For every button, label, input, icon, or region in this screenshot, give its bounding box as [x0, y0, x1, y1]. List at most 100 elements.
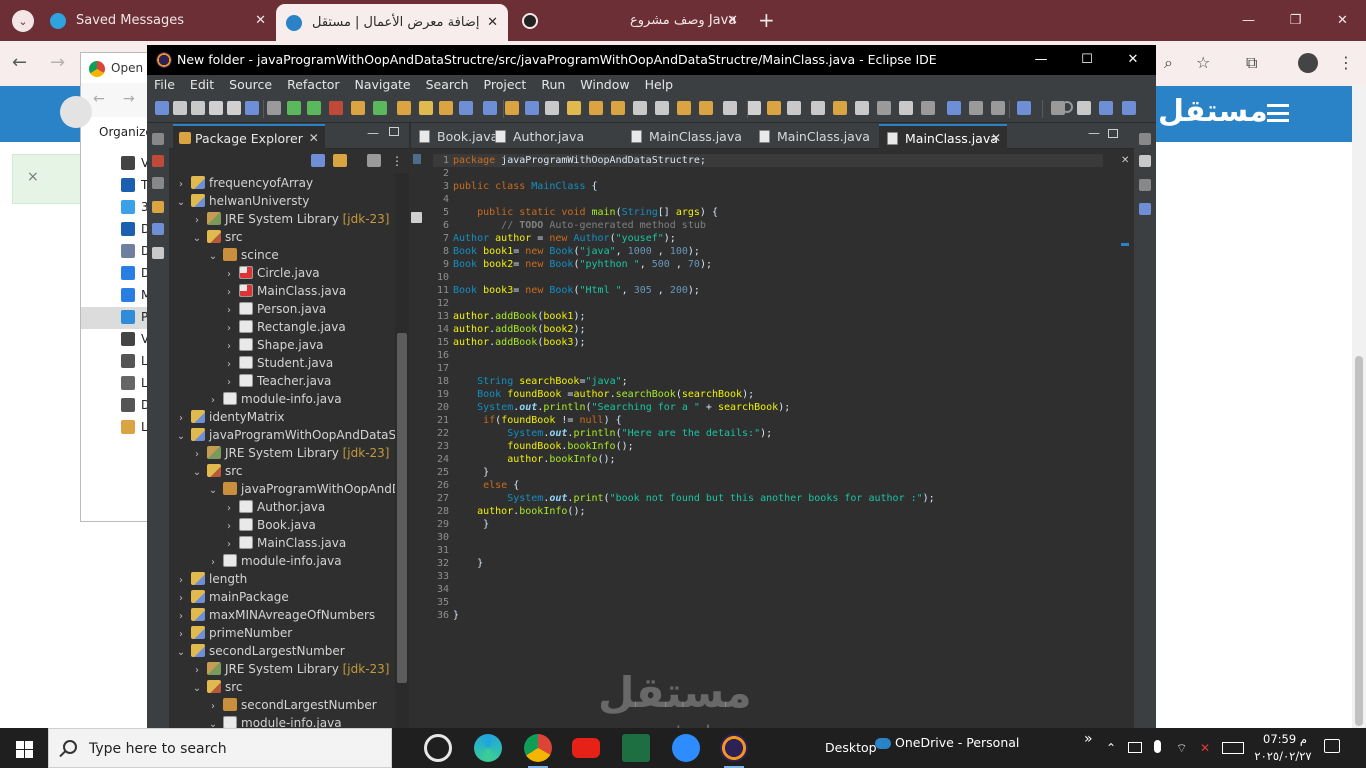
alert-close-icon[interactable]: × [27, 169, 39, 185]
task-marker-icon[interactable] [411, 212, 422, 223]
code-line[interactable]: 13 author.addBook(book1); [433, 310, 1113, 323]
menu-run[interactable]: Run [534, 75, 573, 95]
tab-close-icon[interactable]: ✕ [991, 126, 1001, 151]
toolbar-action-icon[interactable] [991, 101, 1005, 115]
toolbar-action-icon[interactable] [483, 101, 497, 115]
code-line[interactable]: 7 Author author = new Author("yousef"); [433, 232, 1113, 245]
toolbar-action-icon[interactable] [811, 101, 825, 115]
tree-node[interactable]: › Circle.java [221, 264, 320, 282]
expanded-chevron-icon[interactable]: ⌄ [173, 194, 189, 212]
maximize-editor-button[interactable] [1108, 129, 1118, 138]
bookmark-star-icon[interactable]: ☆ [1196, 53, 1210, 72]
code-line[interactable]: 6 // TODO Auto-generated method stub [433, 219, 1113, 232]
code-line[interactable]: 23 foundBook.bookInfo(); [433, 440, 1113, 453]
code-line[interactable]: 20 System.out.println("Searching for a "… [433, 401, 1113, 414]
tree-node[interactable]: › secondLargestNumber [205, 696, 377, 714]
edge-icon[interactable] [474, 734, 502, 762]
new-tab-button[interactable]: + [758, 8, 775, 32]
tree-node[interactable]: › module-info.java [205, 390, 342, 408]
toolbar-action-icon[interactable] [677, 101, 691, 115]
page-scrollbar[interactable] [1352, 86, 1366, 728]
maximize-button[interactable]: ☐ [1064, 45, 1110, 75]
toolbar-action-icon[interactable] [505, 101, 519, 115]
toolbar-action-icon[interactable] [899, 101, 913, 115]
toolbar-action-icon[interactable] [307, 101, 321, 115]
tree-node[interactable]: › Shape.java [221, 336, 324, 354]
menu-search[interactable]: Search [419, 75, 477, 95]
toolbar-action-icon[interactable] [1122, 101, 1136, 115]
tree-node[interactable]: ⌄ secondLargestNumber [173, 642, 345, 660]
chrome-icon[interactable] [524, 734, 552, 768]
toolbar-action-icon[interactable] [969, 101, 983, 115]
hamburger-menu-icon[interactable] [1267, 104, 1289, 122]
filters-icon[interactable] [367, 154, 381, 167]
tree-node[interactable]: › mainPackage [173, 588, 289, 606]
toolbar-action-icon[interactable] [633, 101, 647, 115]
notifications-icon[interactable] [1324, 739, 1340, 753]
toolbar-action-icon[interactable] [173, 101, 187, 115]
tab-search-button[interactable]: ⌄ [12, 10, 34, 32]
tab-close-icon[interactable]: ✕ [487, 15, 498, 30]
tree-node[interactable]: ⌄ scince [205, 246, 279, 264]
tree-node[interactable]: › JRE System Library [jdk-23] [189, 660, 389, 678]
toolbar-action-icon[interactable] [699, 101, 713, 115]
code-line[interactable]: 5 public static void main(String[] args)… [433, 206, 1113, 219]
code-line[interactable]: 11 Book book3= new Book("Html ", 305 , 20… [433, 284, 1113, 297]
code-line[interactable]: 30 [433, 531, 1113, 544]
toolbar-action-icon[interactable] [855, 101, 869, 115]
wifi-icon[interactable]: ⌔ [1176, 741, 1187, 756]
code-line[interactable]: 25 } [433, 466, 1113, 479]
code-line[interactable]: 9 Book book2= new Book("pyhthon ", 500 , … [433, 258, 1113, 271]
tree-node[interactable]: › Book.java [221, 516, 316, 534]
battery-icon[interactable] [1128, 742, 1142, 753]
toolbar-action-icon[interactable] [545, 101, 559, 115]
expanded-chevron-icon[interactable]: ⌄ [189, 464, 205, 482]
expanded-chevron-icon[interactable]: ⌄ [205, 248, 221, 266]
tree-node[interactable]: › module-info.java [205, 552, 342, 570]
code-line[interactable]: 4 [433, 193, 1113, 206]
code-line[interactable]: 36} [433, 609, 1113, 622]
code-line[interactable]: 27 System.out.print("book not found but … [433, 492, 1113, 505]
menu-navigate[interactable]: Navigate [348, 75, 419, 95]
menu-project[interactable]: Project [477, 75, 535, 95]
code-line[interactable]: 18 String searchBook="java"; [433, 375, 1113, 388]
code-area[interactable]: 1 package javaProgramWithOopAndDataStruct… [423, 149, 1113, 728]
tab-author-java[interactable]: Author.java [487, 124, 611, 149]
tree-node[interactable]: ⌄ javaProgramWithOopAndDa [205, 480, 395, 498]
toolbar-action-icon[interactable] [655, 101, 669, 115]
code-line[interactable]: 22 System.out.println("Here are the deta… [433, 427, 1113, 440]
task-list-icon[interactable] [152, 201, 164, 213]
overview-marker[interactable] [1121, 243, 1129, 246]
taskbar-search-box[interactable]: Type here to search [48, 728, 392, 768]
view-menu-icon[interactable]: ⋮ [391, 154, 403, 168]
tree-node[interactable]: › maxMINAvreageOfNumbers [173, 606, 375, 624]
restore-icon[interactable] [1139, 179, 1151, 191]
onedrive-label[interactable]: OneDrive - Personal [895, 735, 1019, 750]
toolbar-action-icon[interactable] [921, 101, 935, 115]
tree-node[interactable]: › Student.java [221, 354, 333, 372]
outline-icon[interactable] [152, 155, 164, 167]
link-with-editor-icon[interactable] [333, 154, 347, 167]
forward-button[interactable]: → [50, 52, 65, 73]
code-line[interactable]: 31 [433, 544, 1113, 557]
task-list-icon[interactable] [1139, 203, 1151, 215]
tree-node[interactable]: ⌄ src [189, 462, 243, 480]
code-line[interactable]: 15 author.addBook(book3); [433, 336, 1113, 349]
tree-node[interactable]: › Rectangle.java [221, 318, 346, 336]
code-line[interactable]: 2 [433, 167, 1113, 180]
code-line[interactable]: 14 author.addBook(book2); [433, 323, 1113, 336]
outline-view-icon[interactable] [1139, 155, 1151, 167]
restore-icon[interactable] [1139, 133, 1151, 145]
tree-node[interactable]: ⌄ helwanUniversty [173, 192, 309, 210]
tab-saved-messages[interactable]: Saved Messages ✕ [40, 0, 276, 41]
toolbar-action-icon[interactable] [397, 101, 411, 115]
code-line[interactable]: 29 } [433, 518, 1113, 531]
close-button[interactable]: ✕ [1110, 45, 1156, 75]
page-scrollbar-thumb[interactable] [1355, 356, 1363, 726]
tree-node[interactable]: ⌄ module-info.java [205, 714, 342, 728]
toolbar-chevron-icon[interactable]: » [1084, 731, 1093, 747]
tree-node[interactable]: ⌄ src [189, 228, 243, 246]
extensions-icon[interactable]: ⧉ [1246, 53, 1257, 73]
code-lines[interactable]: 1 package javaProgramWithOopAndDataStruct… [433, 154, 1113, 622]
expanded-chevron-icon[interactable]: ⌄ [205, 482, 221, 500]
